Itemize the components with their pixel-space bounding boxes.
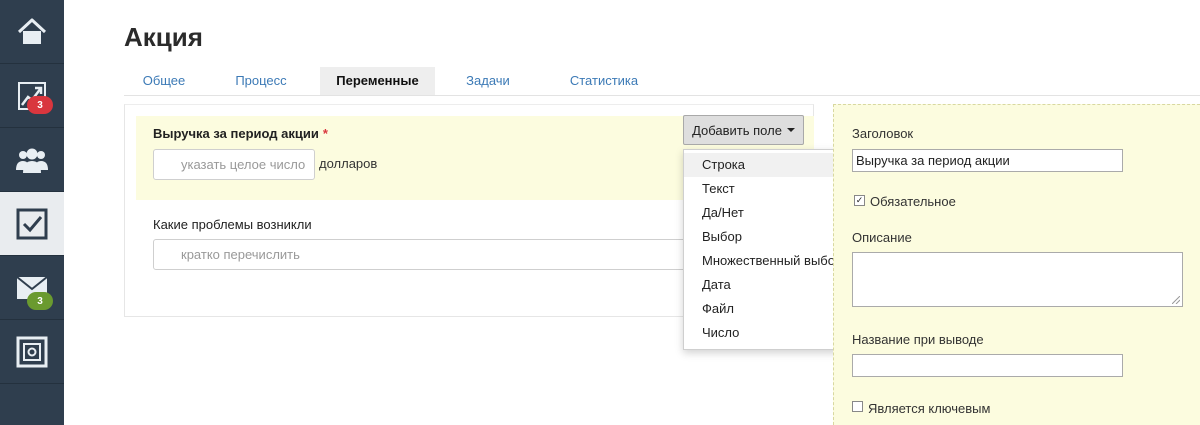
display-name-input[interactable]: [852, 354, 1123, 377]
description-textarea[interactable]: [852, 252, 1183, 307]
dropdown-item-multi-choice[interactable]: Множественный выбор: [684, 249, 854, 273]
dropdown-item-file[interactable]: Файл: [684, 297, 854, 321]
required-checkbox[interactable]: ✓: [854, 195, 865, 206]
users-icon: [16, 148, 48, 173]
home-icon: [17, 18, 47, 44]
page-title: Акция: [124, 22, 203, 52]
dropdown-item-choice[interactable]: Выбор: [684, 225, 854, 249]
add-field-button[interactable]: Добавить поле: [683, 115, 804, 145]
field-type-dropdown: Строка Текст Да/Нет Выбор Множественный …: [683, 149, 855, 350]
sidebar-item-safe[interactable]: [0, 320, 64, 384]
sidebar-item-tasks[interactable]: [0, 192, 64, 256]
required-checkbox-label: Обязательное: [870, 194, 956, 209]
problems-field-label: Какие проблемы возникли: [153, 217, 312, 232]
display-name-label: Название при выводе: [852, 332, 984, 347]
sidebar-item-home[interactable]: [0, 0, 64, 64]
unit-label: долларов: [319, 156, 378, 171]
caret-down-icon: [786, 128, 795, 132]
dropdown-item-text[interactable]: Текст: [684, 177, 854, 201]
tab-general[interactable]: Общее: [124, 67, 204, 95]
field-properties-panel: Заголовок Выручка за период акции ✓ Обяз…: [833, 104, 1200, 425]
notification-badge: 3: [27, 292, 53, 310]
tab-variables[interactable]: Переменные: [320, 67, 435, 95]
required-marker: *: [322, 126, 328, 141]
add-field-button-label: Добавить поле: [692, 122, 782, 138]
revenue-field-label: Выручка за период акции: [153, 126, 319, 141]
sidebar: 3 3: [0, 0, 64, 425]
tasks-checkbox-icon: [16, 208, 48, 239]
dropdown-item-string[interactable]: Строка: [684, 153, 854, 177]
tab-process[interactable]: Процесс: [221, 67, 301, 95]
key-checkbox[interactable]: [852, 401, 863, 412]
notification-badge: 3: [27, 96, 53, 114]
dropdown-item-number[interactable]: Число: [684, 321, 854, 345]
sidebar-item-mail[interactable]: 3: [0, 256, 64, 320]
revenue-input[interactable]: указать целое число: [153, 149, 315, 180]
description-label: Описание: [852, 230, 912, 245]
dropdown-item-date[interactable]: Дата: [684, 273, 854, 297]
dropdown-item-yes-no[interactable]: Да/Нет: [684, 201, 854, 225]
tab-statistics[interactable]: Статистика: [549, 67, 659, 95]
key-checkbox-label: Является ключевым: [868, 401, 991, 416]
problems-input[interactable]: кратко перечислить: [153, 239, 713, 270]
sidebar-item-analytics[interactable]: 3: [0, 64, 64, 128]
title-input[interactable]: Выручка за период акции: [852, 149, 1123, 172]
safe-icon: [16, 336, 48, 367]
title-label: Заголовок: [852, 126, 914, 141]
tab-bar: Общее Процесс Переменные Задачи Статисти…: [124, 67, 1200, 96]
field-label: Выручка за период акции *: [153, 126, 328, 141]
resize-grip-icon[interactable]: [1172, 296, 1180, 304]
sidebar-item-users[interactable]: [0, 128, 64, 192]
tab-tasks[interactable]: Задачи: [449, 67, 527, 95]
